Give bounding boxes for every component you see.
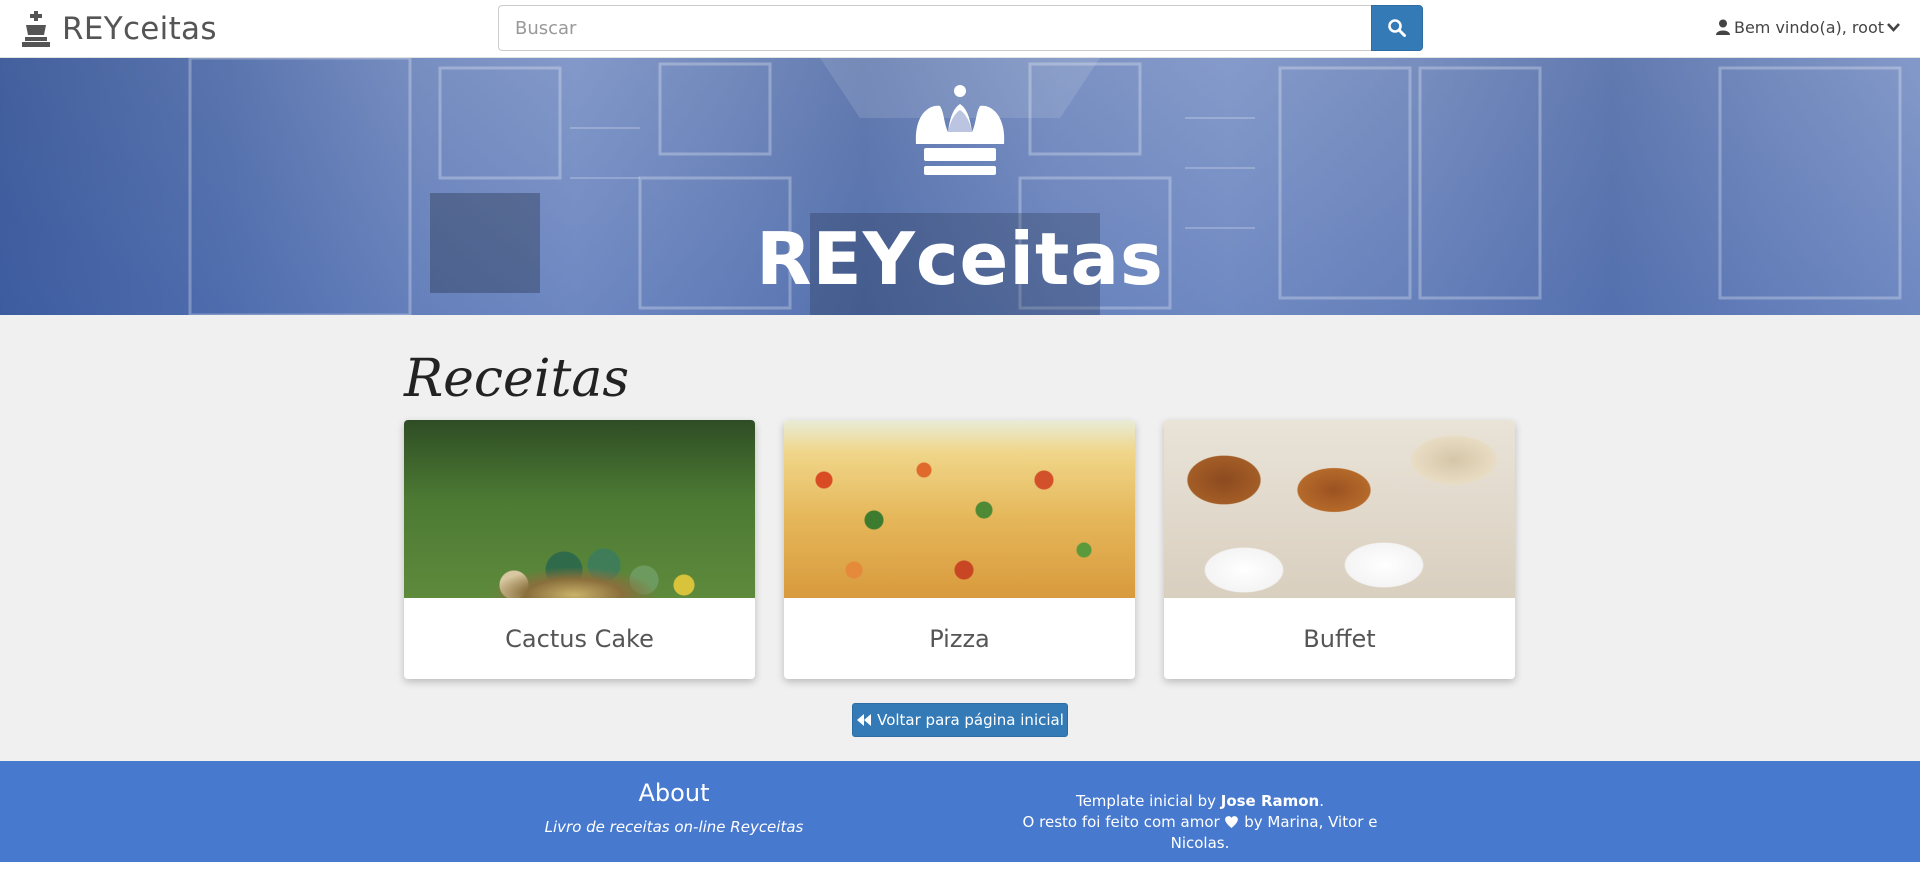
section-title: Receitas xyxy=(404,349,630,409)
recipe-name[interactable]: Cactus Cake xyxy=(404,598,755,679)
footer: About Livro de receitas on-line Reyceita… xyxy=(0,761,1920,862)
chevron-down-icon xyxy=(1887,23,1900,32)
about-text: Livro de receitas on-line Reyceitas xyxy=(544,818,804,836)
user-menu[interactable]: Bem vindo(a), root xyxy=(1715,14,1900,40)
search-form xyxy=(498,5,1423,51)
recipe-name[interactable]: Buffet xyxy=(1164,598,1515,679)
search-input[interactable] xyxy=(498,5,1371,51)
fast-backward-icon xyxy=(857,714,872,726)
credits-prefix: Template inicial by xyxy=(1075,792,1221,810)
recipe-name[interactable]: Pizza xyxy=(784,598,1135,679)
heart-icon xyxy=(1225,816,1239,828)
recipe-image[interactable] xyxy=(784,420,1135,598)
recipes-section: Receitas Cactus Cake Pizza Buffet Voltar… xyxy=(0,315,1920,761)
hero-banner: REYceitas xyxy=(0,58,1920,315)
king-chess-piece-icon xyxy=(22,11,50,47)
credits: Template inicial by Jose Ramon. O resto … xyxy=(1000,791,1400,854)
crown-icon xyxy=(915,85,1005,175)
user-greeting: Bem vindo(a), root xyxy=(1733,17,1884,37)
recipe-image[interactable] xyxy=(404,420,755,598)
back-button-label: Voltar para página inicial xyxy=(877,711,1064,729)
about-title: About xyxy=(638,779,710,807)
credits-author: Jose Ramon xyxy=(1220,792,1320,810)
back-to-home-button[interactable]: Voltar para página inicial xyxy=(852,703,1068,737)
recipe-image[interactable] xyxy=(1164,420,1515,598)
brand-name: REYceitas xyxy=(62,11,217,47)
credits-period: . xyxy=(1319,792,1325,810)
brand-link[interactable]: REYceitas xyxy=(20,4,217,54)
hero-title: REYceitas xyxy=(756,217,1164,301)
recipe-card-pizza[interactable]: Pizza xyxy=(784,420,1135,679)
credits-love-text: O resto foi feito com amor xyxy=(1022,813,1220,831)
navbar: REYceitas Bem vindo(a), root xyxy=(0,0,1920,58)
recipe-card-buffet[interactable]: Buffet xyxy=(1164,420,1515,679)
credits-line-1: Template inicial by Jose Ramon. xyxy=(1000,791,1400,812)
recipe-card-cactus-cake[interactable]: Cactus Cake xyxy=(404,420,755,679)
search-icon xyxy=(1388,19,1406,37)
user-icon xyxy=(1715,19,1730,35)
search-button[interactable] xyxy=(1371,5,1423,51)
credits-line-2: O resto foi feito com amor by Marina, Vi… xyxy=(1000,812,1400,854)
